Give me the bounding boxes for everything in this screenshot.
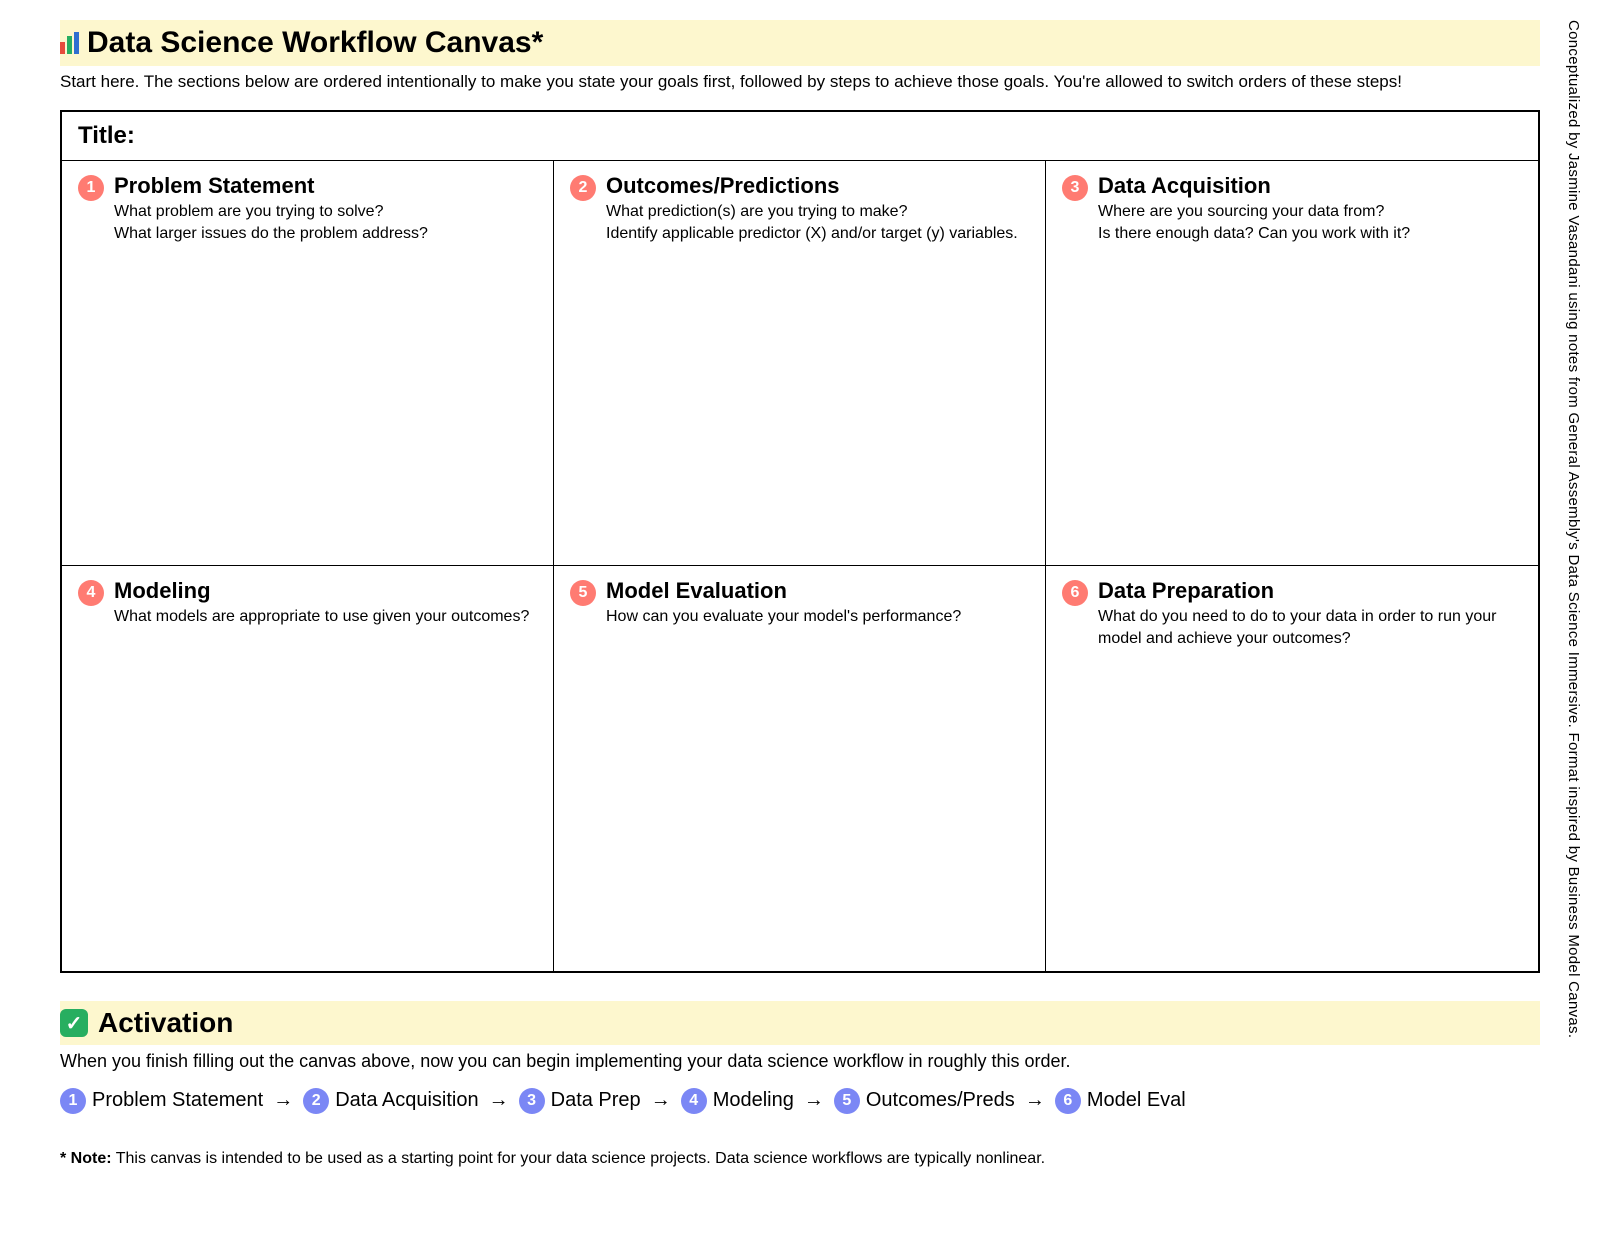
flow-step-data-acquisition: 2 Data Acquisition bbox=[303, 1086, 478, 1114]
flow-step-data-prep: 3 Data Prep bbox=[519, 1086, 641, 1114]
step-number-badge: 1 bbox=[78, 175, 104, 201]
cell-description: What prediction(s) are you trying to mak… bbox=[606, 201, 1029, 244]
cell-title: Data Preparation bbox=[1098, 578, 1522, 604]
cell-description: What problem are you trying to solve?Wha… bbox=[114, 201, 537, 244]
check-icon: ✓ bbox=[60, 1009, 88, 1037]
step-number-badge: 5 bbox=[570, 580, 596, 606]
flow-label: Model Eval bbox=[1087, 1089, 1186, 1112]
cell-title: Data Acquisition bbox=[1098, 173, 1522, 199]
cell-title: Problem Statement bbox=[114, 173, 537, 199]
cell-description: How can you evaluate your model's perfor… bbox=[606, 606, 1029, 628]
bar-chart-icon bbox=[60, 32, 79, 54]
flow-label: Problem Statement bbox=[92, 1089, 263, 1112]
canvas-frame: Title: 1 Problem Statement What problem … bbox=[60, 110, 1540, 973]
cell-description: Where are you sourcing your data from?Is… bbox=[1098, 201, 1522, 244]
cell-title: Modeling bbox=[114, 578, 537, 604]
activation-flow: 1 Problem Statement → 2 Data Acquisition… bbox=[60, 1086, 1540, 1114]
arrow-icon: → bbox=[651, 1089, 671, 1112]
canvas-grid: 1 Problem Statement What problem are you… bbox=[62, 161, 1538, 971]
footnote-prefix: * Note: bbox=[60, 1150, 112, 1167]
flow-number-badge: 4 bbox=[681, 1088, 707, 1114]
activation-title-text: Activation bbox=[98, 1007, 233, 1039]
arrow-icon: → bbox=[1025, 1089, 1045, 1112]
page-title: Data Science Workflow Canvas* bbox=[60, 26, 1540, 60]
header-band: Data Science Workflow Canvas* bbox=[60, 20, 1540, 66]
step-number-badge: 6 bbox=[1062, 580, 1088, 606]
flow-number-badge: 5 bbox=[834, 1088, 860, 1114]
canvas-cell-data-acquisition[interactable]: 3 Data Acquisition Where are you sourcin… bbox=[1046, 161, 1538, 566]
canvas-cell-data-preparation[interactable]: 6 Data Preparation What do you need to d… bbox=[1046, 566, 1538, 971]
intro-text: Start here. The sections below are order… bbox=[60, 68, 1540, 92]
cell-title: Outcomes/Predictions bbox=[606, 173, 1029, 199]
arrow-icon: → bbox=[489, 1089, 509, 1112]
flow-number-badge: 6 bbox=[1055, 1088, 1081, 1114]
canvas-title-field[interactable]: Title: bbox=[62, 112, 1538, 161]
step-number-badge: 3 bbox=[1062, 175, 1088, 201]
arrow-icon: → bbox=[804, 1089, 824, 1112]
canvas-cell-modeling[interactable]: 4 Modeling What models are appropriate t… bbox=[62, 566, 554, 971]
flow-step-model-eval: 6 Model Eval bbox=[1055, 1086, 1186, 1114]
cell-description: What models are appropriate to use given… bbox=[114, 606, 537, 628]
flow-number-badge: 2 bbox=[303, 1088, 329, 1114]
flow-label: Data Prep bbox=[551, 1089, 641, 1112]
canvas-cell-problem-statement[interactable]: 1 Problem Statement What problem are you… bbox=[62, 161, 554, 566]
flow-step-modeling: 4 Modeling bbox=[681, 1086, 794, 1114]
title-text: Data Science Workflow Canvas* bbox=[87, 26, 543, 60]
flow-number-badge: 1 bbox=[60, 1088, 86, 1114]
flow-label: Data Acquisition bbox=[335, 1089, 478, 1112]
activation-band: ✓ Activation bbox=[60, 1001, 1540, 1045]
step-number-badge: 2 bbox=[570, 175, 596, 201]
canvas-cell-model-evaluation[interactable]: 5 Model Evaluation How can you evaluate … bbox=[554, 566, 1046, 971]
footnote: * Note: This canvas is intended to be us… bbox=[60, 1150, 1540, 1168]
activation-title: ✓ Activation bbox=[60, 1007, 1540, 1039]
footnote-text: This canvas is intended to be used as a … bbox=[112, 1150, 1046, 1167]
cell-title: Model Evaluation bbox=[606, 578, 1029, 604]
activation-description: When you finish filling out the canvas a… bbox=[60, 1047, 1540, 1072]
flow-label: Outcomes/Preds bbox=[866, 1089, 1015, 1112]
arrow-icon: → bbox=[273, 1089, 293, 1112]
flow-step-outcomes-preds: 5 Outcomes/Preds bbox=[834, 1086, 1015, 1114]
flow-label: Modeling bbox=[713, 1089, 794, 1112]
canvas-cell-outcomes-predictions[interactable]: 2 Outcomes/Predictions What prediction(s… bbox=[554, 161, 1046, 566]
step-number-badge: 4 bbox=[78, 580, 104, 606]
cell-description: What do you need to do to your data in o… bbox=[1098, 606, 1522, 649]
credit-text: Conceptualized by Jasmine Vasandani usin… bbox=[1565, 20, 1582, 1170]
flow-step-problem-statement: 1 Problem Statement bbox=[60, 1086, 263, 1114]
flow-number-badge: 3 bbox=[519, 1088, 545, 1114]
